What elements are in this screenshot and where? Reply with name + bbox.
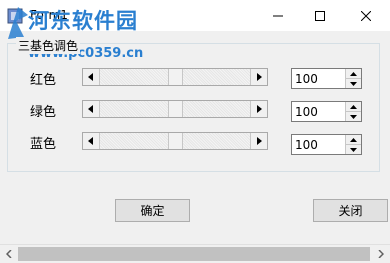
group-label: 三基色调色 — [16, 37, 81, 54]
arrow-down-icon — [350, 114, 357, 119]
close-icon — [361, 10, 371, 21]
arrow-up-icon — [350, 137, 357, 142]
green-label: 绿色 — [30, 105, 57, 120]
spin-up-button[interactable] — [346, 135, 361, 145]
slider-left-arrow[interactable] — [83, 101, 100, 117]
slider-thumb[interactable] — [168, 69, 183, 85]
green-value[interactable]: 100 — [295, 105, 318, 119]
scroll-right-arrow[interactable] — [372, 245, 390, 263]
close-window-button[interactable] — [344, 0, 388, 31]
minimize-button[interactable] — [256, 0, 300, 31]
spin-down-button[interactable] — [346, 79, 361, 88]
slider-thumb[interactable] — [168, 133, 183, 149]
red-spin[interactable]: 100 — [291, 68, 362, 89]
arrow-up-icon — [350, 71, 357, 76]
spin-up-button[interactable] — [346, 102, 361, 112]
slider-left-arrow[interactable] — [83, 133, 100, 149]
green-spin[interactable]: 100 — [291, 101, 362, 122]
spin-buttons — [345, 69, 361, 88]
minimize-icon — [273, 15, 283, 16]
triangle-right-icon — [257, 73, 262, 81]
arrow-down-icon — [350, 147, 357, 152]
arrow-down-icon — [350, 81, 357, 86]
spin-down-button[interactable] — [346, 112, 361, 121]
triangle-left-icon — [88, 73, 93, 81]
ok-button[interactable]: 确定 — [115, 199, 190, 222]
maximize-icon — [315, 10, 325, 21]
red-value[interactable]: 100 — [295, 72, 318, 86]
close-button[interactable]: 关闭 — [313, 199, 388, 222]
arrow-up-icon — [350, 104, 357, 109]
blue-spin[interactable]: 100 — [291, 134, 362, 155]
spin-buttons — [345, 102, 361, 121]
triangle-left-icon — [88, 105, 93, 113]
horizontal-scrollbar[interactable] — [0, 244, 390, 263]
main-window: Form1 河东软件园 www.pc0359.cn 三基色调色 红色 100 绿… — [0, 0, 390, 263]
red-slider[interactable] — [82, 68, 268, 86]
blue-slider[interactable] — [82, 132, 268, 150]
red-label: 红色 — [30, 73, 57, 88]
spin-down-button[interactable] — [346, 145, 361, 154]
chevron-left-icon — [6, 250, 12, 258]
spin-up-button[interactable] — [346, 69, 361, 79]
scroll-thumb[interactable] — [18, 247, 370, 261]
slider-right-arrow[interactable] — [250, 69, 267, 85]
chevron-right-icon — [378, 250, 384, 258]
watermark-text: 河东软件园 — [28, 8, 138, 33]
blue-value[interactable]: 100 — [295, 138, 318, 152]
triangle-right-icon — [257, 105, 262, 113]
spin-buttons — [345, 135, 361, 154]
slider-left-arrow[interactable] — [83, 69, 100, 85]
slider-thumb[interactable] — [168, 101, 183, 117]
blue-label: 蓝色 — [30, 137, 57, 152]
green-slider[interactable] — [82, 100, 268, 118]
title-bar[interactable]: Form1 河东软件园 — [0, 0, 390, 39]
triangle-right-icon — [257, 137, 262, 145]
maximize-button[interactable] — [298, 0, 342, 31]
triangle-left-icon — [88, 137, 93, 145]
slider-right-arrow[interactable] — [250, 133, 267, 149]
slider-right-arrow[interactable] — [250, 101, 267, 117]
scroll-left-arrow[interactable] — [0, 245, 18, 263]
